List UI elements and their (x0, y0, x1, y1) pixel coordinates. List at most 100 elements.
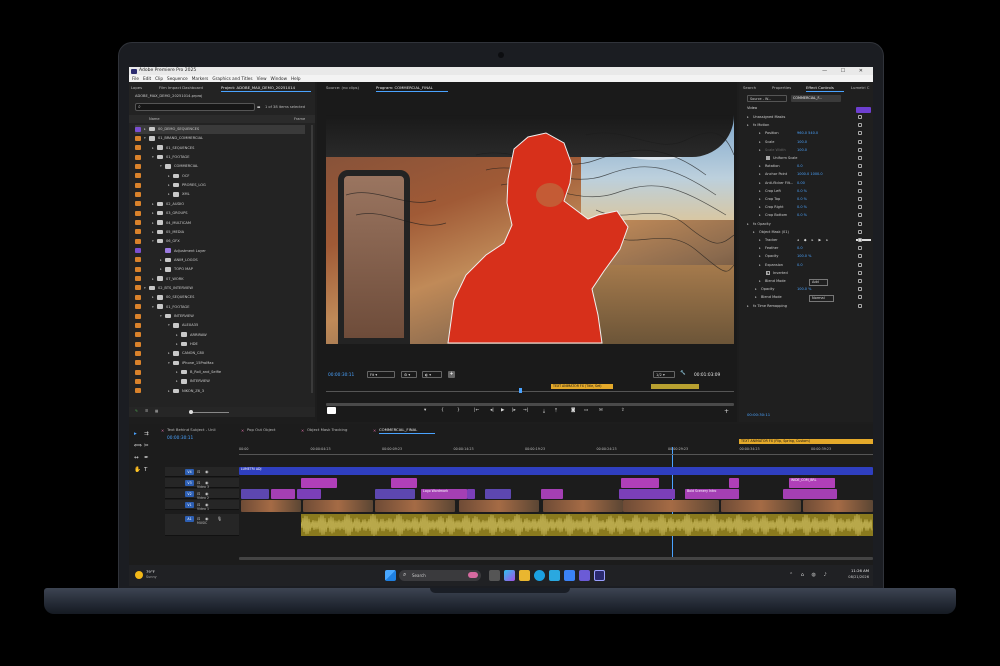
zoom-slider-handle[interactable] (189, 410, 193, 414)
weather-desc[interactable]: Sunny (146, 575, 157, 579)
label-color-swatch[interactable] (135, 173, 141, 179)
keyframe-toggle-icon[interactable] (858, 213, 862, 218)
ec-value[interactable]: 0.0 (797, 162, 803, 170)
store-icon[interactable] (564, 570, 575, 581)
ec-row[interactable]: Crop Top ▸ 0.0 % (747, 195, 865, 203)
project-row[interactable]: ▸ XML (135, 190, 305, 199)
ec-row[interactable]: Rotation ▸ 0.0 (747, 162, 865, 170)
track-target-v2[interactable]: V2 (185, 491, 194, 497)
label-color-swatch[interactable] (135, 332, 141, 338)
disclosure-triangle-icon[interactable]: ▸ (747, 220, 749, 228)
label-color-swatch[interactable] (135, 145, 141, 151)
v2-clip-logo[interactable]: Logo Wordmark (421, 489, 467, 499)
project-row[interactable]: ▸ ARRIRAW (135, 331, 305, 340)
copilot-icon[interactable] (504, 570, 515, 581)
track-target-v3[interactable]: V3 (185, 480, 194, 486)
menu-item-window[interactable]: Window (271, 76, 288, 81)
ec-row[interactable]: Feather ▸ 0.0 (747, 244, 865, 252)
selection-tool-icon[interactable]: ▸ (134, 431, 137, 437)
v2-clip[interactable] (297, 489, 321, 499)
clock-time[interactable]: 11:26 AM (841, 568, 869, 573)
ec-row[interactable]: Expansion ▸ 0.0 (747, 261, 865, 269)
lock-icon[interactable]: ⊡ (197, 469, 200, 474)
ec-value[interactable]: 100.0 % (797, 252, 811, 260)
project-row[interactable]: ▾ iPhone_15ProMax (135, 359, 305, 368)
program-playhead[interactable] (519, 388, 522, 393)
timeline-scrollbar[interactable] (239, 557, 873, 560)
menu-item-view[interactable]: View (257, 76, 267, 81)
ec-row[interactable]: fx Time Remapping ▸ (747, 302, 865, 310)
label-color-swatch[interactable] (135, 135, 141, 141)
v2-clip[interactable] (619, 489, 675, 499)
ec-value[interactable]: 100.0 (797, 138, 807, 146)
project-row[interactable]: ▾ 02_BTS_INTERVIEW (135, 284, 305, 293)
add-button[interactable]: + (448, 371, 455, 378)
project-row[interactable]: ▸ TOPO MAP (135, 265, 305, 274)
project-row[interactable]: ▸ B_Roll_and_Selfie (135, 368, 305, 377)
v1-clip[interactable] (543, 500, 623, 512)
v2-clip[interactable] (783, 489, 837, 499)
goto-out-icon[interactable]: →| (523, 408, 528, 413)
project-row[interactable]: ▾ 01_BRAND_COMMERCIAL (135, 134, 305, 143)
track-target-v1[interactable]: V1 (185, 502, 194, 508)
disclosure-triangle-icon[interactable]: ▸ (759, 252, 761, 260)
project-row[interactable]: Adjustment Layer (135, 247, 305, 256)
v1-clip[interactable] (721, 500, 801, 512)
goto-in-icon[interactable]: |← (474, 408, 479, 413)
compare-icon[interactable]: ▭ (584, 408, 588, 413)
timeline-tab-0[interactable]: Text Behind Subject - Unli (167, 427, 216, 432)
label-color-swatch[interactable] (135, 350, 141, 356)
ec-row[interactable]: Position ▸ 960.0 540.0 (747, 129, 865, 137)
insert-icon[interactable]: ⤓ (543, 408, 545, 414)
keyframe-toggle-icon[interactable] (858, 262, 862, 267)
v1-clip[interactable] (303, 500, 373, 512)
ec-row[interactable]: Anchor Point ▸ 1000.0 1000.0 (747, 170, 865, 178)
keyframe-toggle-icon[interactable] (858, 246, 862, 251)
disclosure-triangle-icon[interactable]: ▸ (747, 302, 749, 310)
task-view-icon[interactable] (489, 570, 500, 581)
new-bin-icon[interactable]: ▬ (257, 105, 260, 109)
ec-row[interactable]: fx Motion ▸ (747, 121, 865, 129)
step-back-icon[interactable]: ◂| (490, 408, 494, 413)
keyframe-toggle-icon[interactable] (858, 295, 862, 300)
label-color-swatch[interactable] (135, 182, 141, 188)
timeline-tab-1[interactable]: Pop Out Object (247, 427, 276, 432)
disclosure-triangle-icon[interactable]: ▸ (759, 195, 761, 203)
adjustment-layer-clip[interactable]: LUMETRI ADJ (239, 467, 873, 475)
keyframe-toggle-icon[interactable] (858, 131, 862, 136)
sequence-tab-close-icon[interactable]: ✕ (161, 428, 164, 433)
disclosure-triangle-icon[interactable]: ▸ (759, 277, 761, 285)
menu-item-clip[interactable]: Clip (155, 76, 163, 81)
disclosure-triangle-icon[interactable]: ▸ (759, 129, 761, 137)
play-icon[interactable]: ▶ (501, 408, 504, 413)
track-target-v4[interactable]: V4 (185, 469, 194, 475)
fit-dropdown[interactable]: Fit ▾ (367, 371, 395, 378)
outlook-icon[interactable] (549, 570, 560, 581)
label-color-swatch[interactable] (135, 201, 141, 207)
v3-clip[interactable] (729, 478, 739, 488)
label-color-swatch[interactable] (135, 341, 141, 347)
hand-tool-icon[interactable]: ✋ (134, 467, 141, 473)
disclosure-triangle-icon[interactable]: ▸ (753, 228, 755, 236)
keyframe-toggle-icon[interactable] (858, 156, 862, 160)
label-color-swatch[interactable] (135, 369, 141, 375)
disclosure-triangle-icon[interactable]: ▸ (759, 146, 761, 154)
project-row[interactable]: ▸ OCF (135, 172, 305, 181)
v2-clip[interactable] (485, 489, 511, 499)
keyframe-toggle-icon[interactable] (858, 180, 862, 185)
ec-value[interactable]: 0.0 % (797, 195, 807, 203)
resolution-dropdown[interactable]: 1/2 ▾ (653, 371, 675, 378)
project-tab-0[interactable]: Lopes (131, 85, 142, 90)
ec-row[interactable]: Opacity ▸ 100.0 % (747, 252, 865, 260)
disclosure-triangle-icon[interactable]: ▸ (747, 113, 749, 121)
disclosure-triangle-icon[interactable]: ▸ (759, 203, 761, 211)
project-scrollbar[interactable] (311, 125, 313, 393)
ec-tab-1[interactable]: Properties (772, 85, 791, 90)
v2-clip[interactable] (271, 489, 295, 499)
weather-temp[interactable]: 79°F (146, 569, 155, 574)
v1-clip[interactable] (459, 500, 539, 512)
project-row[interactable]: ▸ 00_SEQUENCES (135, 293, 305, 302)
slip-tool-icon[interactable]: ↔ (134, 455, 139, 461)
comment-icon[interactable]: ✉ (599, 408, 603, 413)
export-frame-icon[interactable]: ◙ (571, 408, 575, 413)
